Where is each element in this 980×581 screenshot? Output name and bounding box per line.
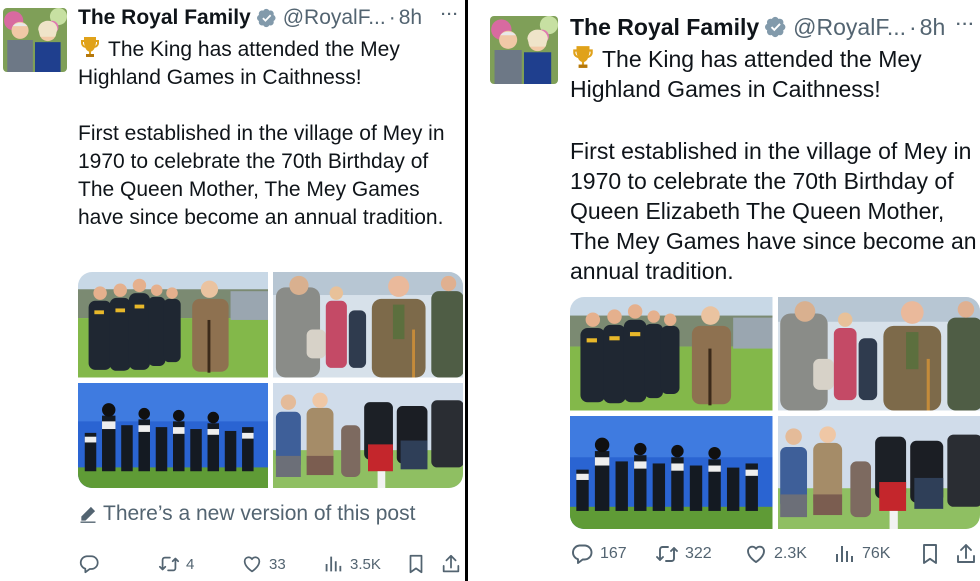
like-count: 33 — [269, 555, 286, 573]
avatar-image — [3, 8, 67, 72]
reply-button[interactable]: 167 — [570, 542, 627, 566]
share-button[interactable] — [954, 542, 978, 566]
photo-image — [778, 416, 980, 530]
view-count: 76K — [862, 545, 891, 562]
action-bar: 4 33 3.5K — [78, 550, 463, 578]
retweet-button[interactable]: 322 — [655, 542, 712, 566]
photo-image — [273, 383, 463, 489]
views-button[interactable]: 3.5K — [322, 553, 381, 575]
post-time[interactable]: 8h — [920, 14, 946, 41]
media-grid — [570, 297, 980, 529]
verified-badge-icon — [257, 8, 277, 28]
post-header: The Royal Family @RoyalF... · 8h — [570, 12, 945, 42]
post-header: The Royal Family @RoyalF... · 8h — [78, 4, 422, 32]
photo-image — [78, 272, 268, 378]
author-name[interactable]: The Royal Family — [570, 14, 759, 41]
author-handle[interactable]: @RoyalF... — [793, 14, 906, 41]
post-original[interactable]: The Royal Family @RoyalF... · 8h ··· The… — [0, 0, 465, 581]
photo-1[interactable] — [78, 272, 268, 378]
photo-2[interactable] — [273, 272, 463, 378]
photo-1[interactable] — [570, 297, 773, 411]
photo-4[interactable] — [273, 383, 463, 489]
avatar[interactable] — [490, 16, 558, 84]
retweet-icon — [655, 542, 679, 566]
separator: · — [388, 6, 396, 29]
post-edited[interactable]: The Royal Family @RoyalF... · 8h ··· The… — [468, 0, 980, 581]
post-paragraph: First established in the village of Mey … — [78, 122, 445, 229]
share-icon — [954, 542, 978, 566]
bookmark-icon — [405, 553, 427, 575]
photo-image — [570, 297, 773, 411]
photo-image — [78, 383, 268, 489]
new-version-text: There’s a new version of this post — [103, 502, 416, 525]
action-bar: 167 322 2.3K 76K — [570, 540, 980, 568]
reply-icon — [570, 542, 594, 566]
like-count: 2.3K — [774, 545, 807, 562]
photo-image — [570, 416, 773, 530]
photo-3[interactable] — [570, 416, 773, 530]
new-version-notice[interactable]: There’s a new version of this post — [78, 502, 415, 526]
post-headline: The King has attended the Mey Highland G… — [78, 35, 463, 92]
more-options-icon[interactable]: ··· — [956, 16, 975, 34]
heart-icon — [241, 553, 263, 575]
post-time[interactable]: 8h — [399, 6, 422, 30]
views-bar-chart-icon — [322, 553, 344, 575]
photo-image — [273, 272, 463, 378]
trophy-emoji — [78, 35, 102, 59]
retweet-count: 322 — [685, 545, 712, 562]
separator: · — [909, 13, 917, 40]
retweet-button[interactable]: 4 — [158, 553, 194, 575]
share-button[interactable] — [440, 553, 462, 575]
photo-image — [778, 297, 980, 411]
reply-button[interactable] — [78, 553, 106, 575]
avatar-image — [490, 16, 558, 84]
post-text: The King has attended the Mey Highland G… — [570, 44, 980, 286]
view-count: 3.5K — [350, 555, 381, 573]
views-bar-chart-icon — [832, 542, 856, 566]
post-text: The King has attended the Mey Highland G… — [78, 35, 463, 232]
retweet-icon — [158, 553, 180, 575]
media-grid — [78, 272, 463, 488]
photo-3[interactable] — [78, 383, 268, 489]
post-paragraph: First established in the village of Mey … — [570, 138, 977, 284]
photo-2[interactable] — [778, 297, 980, 411]
reply-icon — [78, 553, 100, 575]
reply-count: 167 — [600, 545, 627, 562]
heart-icon — [744, 542, 768, 566]
verified-badge-icon — [765, 16, 787, 38]
avatar[interactable] — [3, 8, 67, 72]
bookmark-button[interactable] — [405, 553, 427, 575]
pencil-icon — [78, 504, 98, 524]
photo-4[interactable] — [778, 416, 980, 530]
author-name[interactable]: The Royal Family — [78, 6, 251, 30]
trophy-emoji — [570, 44, 596, 70]
author-handle[interactable]: @RoyalF... — [283, 6, 386, 30]
more-options-icon[interactable]: ··· — [441, 6, 459, 23]
like-button[interactable]: 33 — [241, 553, 286, 575]
retweet-count: 4 — [186, 555, 195, 573]
share-icon — [440, 553, 462, 575]
post-headline: The King has attended the Mey Highland G… — [570, 44, 922, 102]
like-button[interactable]: 2.3K — [744, 542, 807, 566]
bookmark-icon — [918, 542, 942, 566]
bookmark-button[interactable] — [918, 542, 942, 566]
views-button[interactable]: 76K — [832, 542, 890, 566]
